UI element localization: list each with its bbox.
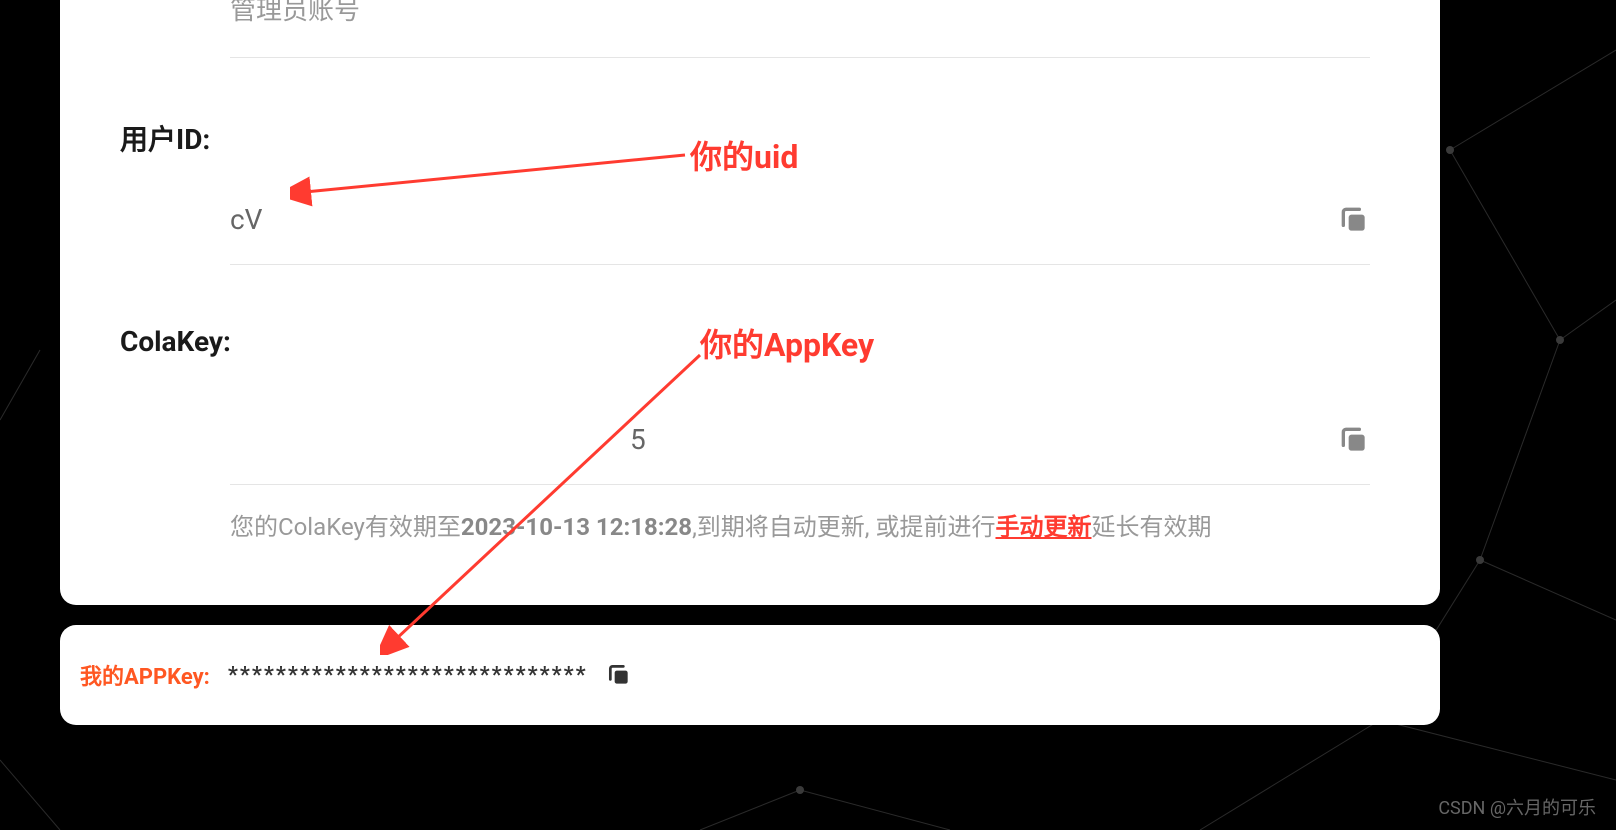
watermark: CSDN @六月的可乐 — [1438, 794, 1596, 820]
main-card: 管理员账号 用户ID: cV ColaKey: 5 您的ColaKey有效期至2… — [60, 0, 1440, 605]
user-id-label: 用户ID: — [120, 118, 1380, 158]
user-id-field: 用户ID: cV — [120, 58, 1380, 265]
my-appkey-label: 我的APPKey: — [80, 659, 210, 691]
manual-update-link[interactable]: 手动更新 — [995, 513, 1091, 541]
user-id-value: cV — [230, 203, 262, 236]
copy-icon[interactable] — [606, 662, 632, 688]
colakey-value: 5 — [230, 423, 646, 456]
my-appkey-card: 我的APPKey: ****************************** — [60, 625, 1440, 725]
user-id-value-row: cV — [230, 203, 1370, 265]
admin-account-placeholder: 管理员账号 — [230, 0, 1370, 58]
colakey-label: ColaKey: — [120, 325, 1380, 358]
colakey-field: ColaKey: 5 您的ColaKey有效期至2023-10-13 12:18… — [120, 265, 1380, 542]
my-appkey-value: ****************************** — [228, 663, 588, 688]
copy-icon[interactable] — [1338, 424, 1370, 456]
colakey-expiry-text: 您的ColaKey有效期至2023-10-13 12:18:28,到期将自动更新… — [230, 507, 1380, 542]
copy-icon[interactable] — [1338, 204, 1370, 236]
colakey-value-row: 5 — [230, 423, 1370, 485]
